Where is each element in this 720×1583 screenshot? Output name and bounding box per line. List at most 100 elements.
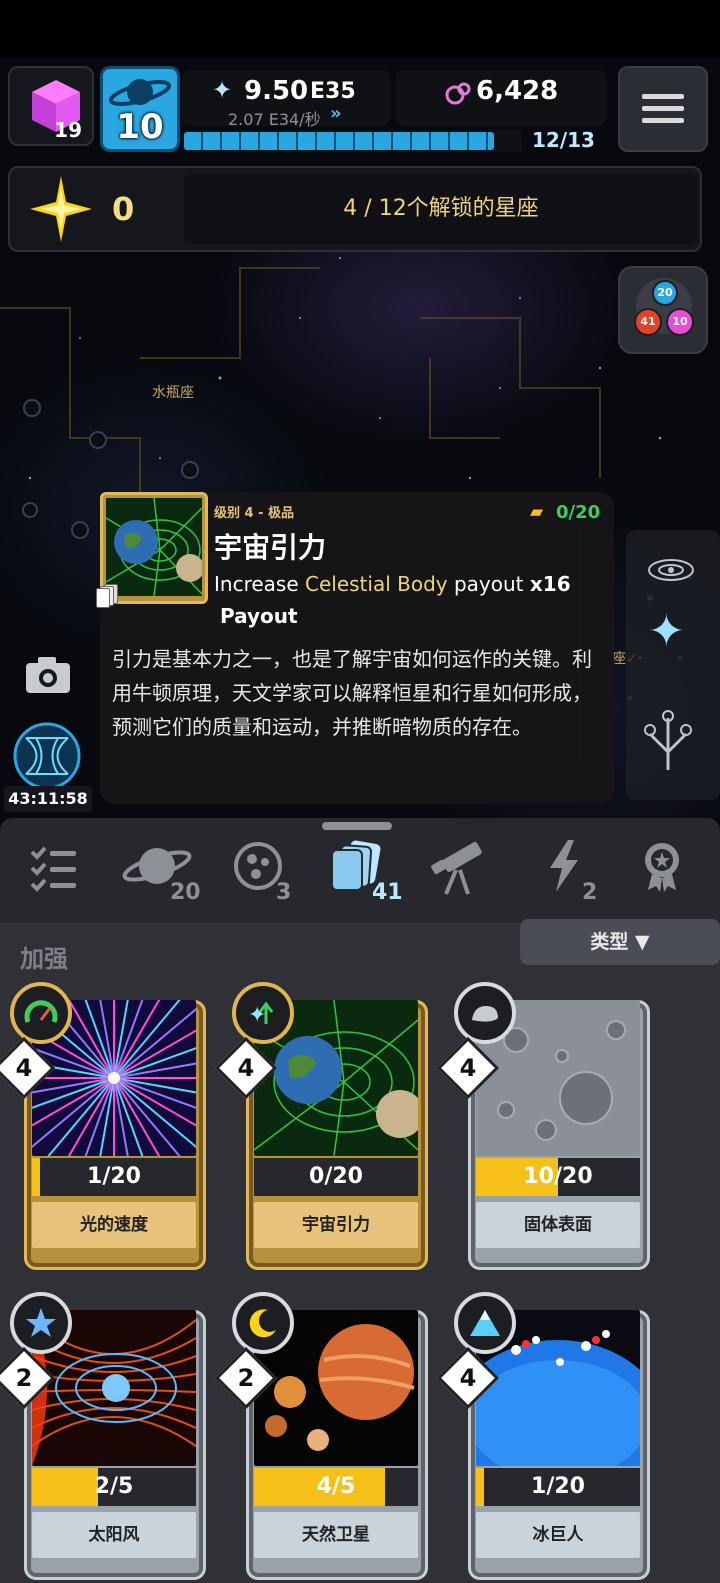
drag-handle[interactable] — [322, 822, 392, 830]
wormhole-event[interactable]: 43:11:58 — [4, 722, 92, 814]
star-icon — [10, 1292, 72, 1354]
tab-boosts[interactable] — [544, 838, 584, 894]
star-count: 0 — [112, 190, 135, 228]
tab-telescope[interactable] — [428, 836, 492, 896]
map-label-aquarius[interactable]: 水瓶座 — [152, 382, 194, 402]
sparkle-icon: ✦ — [212, 76, 233, 104]
planet-level: 10 — [116, 107, 164, 147]
energy-exponent: E35 — [310, 79, 356, 104]
boost-card[interactable]: 1/20 冰巨人 4 — [436, 1292, 650, 1582]
card-name: 固体表面 — [476, 1202, 640, 1248]
card-name: 光的速度 — [32, 1202, 196, 1248]
cube-currency[interactable]: 19 — [8, 66, 94, 146]
type-filter-dropdown[interactable]: 类型 ▼ — [520, 919, 720, 965]
card-level: 4 — [237, 1054, 255, 1082]
wormhole-timer: 43:11:58 — [4, 786, 92, 812]
tab-boosts-count: 2 — [582, 880, 598, 905]
wormhole-icon — [13, 722, 81, 790]
orbit-icon[interactable] — [646, 550, 696, 590]
card-level: 4 — [459, 1054, 477, 1082]
orb-display: 6,428 — [396, 70, 606, 126]
boost-card[interactable]: 1/20 光的速度 4 — [0, 982, 206, 1272]
constellation-progress-panel: 0 4 / 12个解锁的星座 — [8, 166, 702, 252]
effect-prefix: Increase — [214, 572, 305, 596]
badge-pink: 10 — [666, 308, 694, 336]
sparkle-star-icon[interactable]: ✦ — [648, 606, 685, 657]
card-level: 4 — [459, 1364, 477, 1392]
boost-card[interactable]: 4/5 天然卫星 2 — [214, 1292, 428, 1582]
planet-level-badge[interactable]: 10 — [100, 66, 180, 152]
card-progress-text: 0/20 — [309, 1164, 363, 1189]
card-name: 宇宙引力 — [254, 1202, 418, 1248]
card-progress: 4/5 — [254, 1468, 418, 1506]
ice-peak-icon — [454, 1292, 516, 1354]
speedometer-icon — [10, 982, 72, 1044]
sparkle-up-icon: ✦ — [232, 982, 294, 1044]
fast-forward-icon: » — [330, 103, 342, 124]
rock-icon — [454, 982, 516, 1044]
badge-red: 41 — [634, 308, 662, 336]
section-title: 加强 — [20, 945, 68, 973]
menu-button[interactable] — [618, 66, 708, 152]
skill-tree-icon[interactable] — [638, 708, 698, 778]
tooltip-description: 引力是基本力之一，也是了解宇宙如何运作的关键。利用牛顿原理，天文学家可以解释恒星… — [112, 647, 592, 739]
card-progress-text: 1/20 — [87, 1164, 141, 1189]
boost-card[interactable]: 10/20 固体表面 4 — [436, 982, 650, 1272]
card-level: 4 — [15, 1054, 33, 1082]
tooltip-card-art — [106, 498, 202, 596]
card-tooltip: 级别 4 - 极品 ▰ 0/20 宇宙引力 Increase Celestial… — [96, 492, 614, 804]
card-progress-text: 1/20 — [531, 1474, 585, 1499]
energy-value: 9.50 — [244, 76, 309, 106]
bonus-badge-button[interactable]: 20 41 10 — [618, 266, 708, 354]
card-level: 2 — [15, 1364, 33, 1392]
cube-icon — [32, 80, 80, 132]
badge-blue: 20 — [652, 280, 678, 306]
card-progress-text: 4/5 — [316, 1474, 356, 1499]
unlocked-text: 4 / 12个解锁的星座 — [343, 196, 539, 221]
effect-line2: Payout — [220, 604, 298, 628]
bright-star-icon — [30, 176, 92, 242]
tooltip-title: 宇宙引力 — [214, 531, 327, 564]
tab-bar: 20 3 41 2 — [0, 818, 720, 923]
tooltip-cards-count: 0/20 — [556, 502, 601, 523]
card-progress: 1/20 — [32, 1158, 196, 1196]
unlocked-box: 4 / 12个解锁的星座 — [184, 174, 698, 244]
energy-display: ✦ 9.50 E35 2.07 E34/秒 » — [182, 70, 390, 129]
tab-cards-count: 41 — [372, 880, 403, 905]
effect-highlight: Celestial Body — [305, 572, 448, 596]
tooltip-effect: Increase Celestial Body payout x16 — [214, 572, 571, 596]
card-name: 冰巨人 — [476, 1512, 640, 1558]
tab-planets-count: 20 — [170, 880, 201, 905]
card-progress: 0/20 — [254, 1158, 418, 1196]
effect-suffix: payout — [447, 572, 530, 596]
card-name: 天然卫星 — [254, 1512, 418, 1558]
tab-checklist[interactable] — [28, 842, 80, 892]
crescent-moon-icon — [232, 1292, 294, 1354]
boost-card[interactable]: 0/20 宇宙引力 ✦ 4 — [214, 982, 428, 1272]
planet-progress: 12/13 — [182, 126, 606, 154]
camera-icon[interactable] — [24, 655, 72, 695]
status-bar — [0, 0, 720, 58]
progress-text: 12/13 — [532, 128, 595, 152]
cards-owned-icon: ▰ — [530, 502, 544, 522]
card-progress-text: 10/20 — [523, 1164, 593, 1189]
card-name: 太阳风 — [32, 1512, 196, 1558]
card-progress: 10/20 — [476, 1158, 640, 1196]
tab-moons-count: 3 — [276, 880, 292, 905]
tooltip-rarity: 级别 4 - 极品 — [214, 506, 295, 521]
card-progress-text: 2/5 — [94, 1474, 134, 1499]
progress-bar-fill — [184, 132, 494, 150]
filter-label: 类型 ▼ — [590, 931, 650, 953]
hamburger-icon — [642, 94, 684, 123]
card-stack-icon — [96, 584, 124, 608]
cube-count: 19 — [54, 118, 82, 142]
effect-multiplier: x16 — [529, 572, 571, 596]
tab-achievements[interactable] — [640, 840, 684, 892]
side-toolbar: ✦ — [626, 530, 720, 800]
card-progress: 2/5 — [32, 1468, 196, 1506]
orb-value: 6,428 — [476, 76, 559, 106]
orb-icon — [445, 82, 471, 105]
card-level: 2 — [237, 1364, 255, 1392]
boost-card[interactable]: 2/5 太阳风 2 — [0, 1292, 206, 1582]
card-progress: 1/20 — [476, 1468, 640, 1506]
